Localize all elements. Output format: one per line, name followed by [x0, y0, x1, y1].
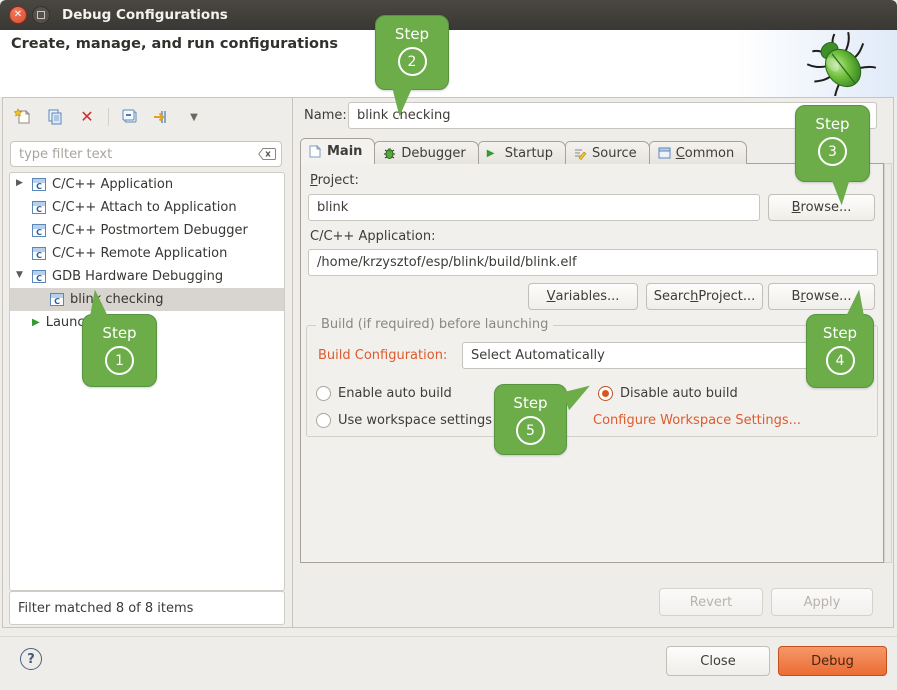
tree-item-cpp-attach[interactable]: C C/C++ Attach to Application [10, 196, 284, 219]
c-application-icon: C [32, 178, 46, 191]
tab-startup[interactable]: ▶ Startup [478, 141, 566, 164]
scrollbar[interactable] [884, 163, 892, 563]
tree-item-blink-checking[interactable]: C blink checking [10, 288, 284, 311]
step-4-number: 4 [826, 346, 855, 375]
tree-item-cpp-postmortem[interactable]: C C/C++ Postmortem Debugger [10, 219, 284, 242]
panel-divider[interactable] [292, 97, 293, 628]
tree-item-cpp-application[interactable]: ▶ C C/C++ Application [10, 173, 284, 196]
collapse-all-icon[interactable] [119, 106, 141, 128]
toolbar-separator [108, 108, 109, 126]
close-button[interactable]: Close [666, 646, 770, 676]
source-tab-icon [574, 147, 587, 160]
debugger-tab-icon [383, 147, 396, 160]
callout-tail [393, 87, 416, 117]
c-application-icon: C [32, 201, 46, 214]
tab-source[interactable]: Source [565, 141, 650, 164]
project-label: Project: [310, 173, 359, 188]
disable-auto-build-label: Disable auto build [620, 386, 738, 401]
tree-item-cpp-remote[interactable]: C C/C++ Remote Application [10, 242, 284, 265]
debug-configurations-dialog: ✕ Debug Configurations Create, manage, a… [0, 0, 897, 690]
disable-auto-build-radio[interactable] [598, 386, 613, 401]
tab-main[interactable]: Main [300, 138, 375, 164]
step-1-number: 1 [105, 346, 134, 375]
c-application-icon: C [32, 270, 46, 283]
help-button[interactable]: ? [20, 648, 42, 670]
build-configuration-label: Build Configuration: [318, 348, 447, 363]
step-1-callout: Step 1 [82, 314, 157, 387]
header-title: Create, manage, and run configurations [11, 36, 338, 52]
application-input[interactable] [308, 249, 878, 276]
common-tab-icon [658, 147, 671, 160]
c-application-icon: C [32, 224, 46, 237]
c-application-icon: C [32, 247, 46, 260]
filter-field [10, 141, 282, 167]
step-3-callout: Step 3 [795, 105, 870, 182]
step-2-callout: Step 2 [375, 15, 449, 90]
new-configuration-icon[interactable] [12, 106, 34, 128]
variables-button[interactable]: Variables... [528, 283, 638, 310]
expand-arrow-icon[interactable]: ▶ [16, 178, 23, 188]
window-title: Debug Configurations [62, 0, 228, 30]
config-tabs: Main Debugger ▶ Startup Source Common [300, 139, 746, 164]
clear-filter-icon[interactable] [258, 148, 276, 160]
step-5-number: 5 [516, 416, 545, 445]
delete-icon[interactable]: ✕ [76, 106, 98, 128]
startup-tab-icon: ▶ [487, 147, 500, 160]
use-workspace-settings-label: Use workspace settings [338, 413, 492, 428]
step-5-callout: Step 5 [494, 384, 567, 455]
main-tab-icon [309, 145, 322, 158]
step-4-callout: Step 4 [806, 314, 874, 388]
debug-button[interactable]: Debug [778, 646, 887, 676]
bug-icon [801, 32, 879, 96]
step-2-number: 2 [398, 47, 427, 76]
collapse-arrow-icon[interactable]: ▼ [16, 270, 23, 280]
search-project-button[interactable]: Search Project... [646, 283, 763, 310]
application-label: C/C++ Application: [310, 229, 435, 244]
callout-tail [829, 179, 850, 206]
duplicate-icon[interactable] [44, 106, 66, 128]
callout-tail [844, 289, 864, 316]
c-application-icon: C [50, 293, 64, 306]
name-label: Name: [304, 108, 347, 123]
tab-debugger[interactable]: Debugger [374, 141, 478, 164]
menu-caret-icon[interactable]: ▼ [183, 106, 205, 128]
tree-item-gdb-hardware[interactable]: ▼ C GDB Hardware Debugging [10, 265, 284, 288]
project-input[interactable] [308, 194, 760, 221]
filter-icon[interactable] [151, 106, 173, 128]
enable-auto-build-label: Enable auto build [338, 386, 452, 401]
launch-group-icon: ▶ [32, 317, 40, 328]
filter-status: Filter matched 8 of 8 items [9, 591, 285, 625]
footer-separator [0, 636, 897, 637]
window-close-button[interactable]: ✕ [9, 6, 27, 24]
build-group-label: Build (if required) before launching [316, 317, 553, 332]
callout-tail [90, 289, 110, 316]
use-workspace-settings-radio[interactable] [316, 413, 331, 428]
revert-button[interactable]: Revert [659, 588, 763, 616]
window-restore-button[interactable] [32, 6, 50, 24]
launch-toolbar: ✕ ▼ [12, 104, 205, 130]
tab-common[interactable]: Common [649, 141, 748, 164]
filter-input[interactable] [10, 141, 282, 167]
apply-button[interactable]: Apply [771, 588, 873, 616]
step-3-number: 3 [818, 137, 847, 166]
enable-auto-build-radio[interactable] [316, 386, 331, 401]
configure-workspace-settings-link[interactable]: Configure Workspace Settings... [593, 413, 801, 428]
browse-project-button[interactable]: Browse... [768, 194, 875, 221]
